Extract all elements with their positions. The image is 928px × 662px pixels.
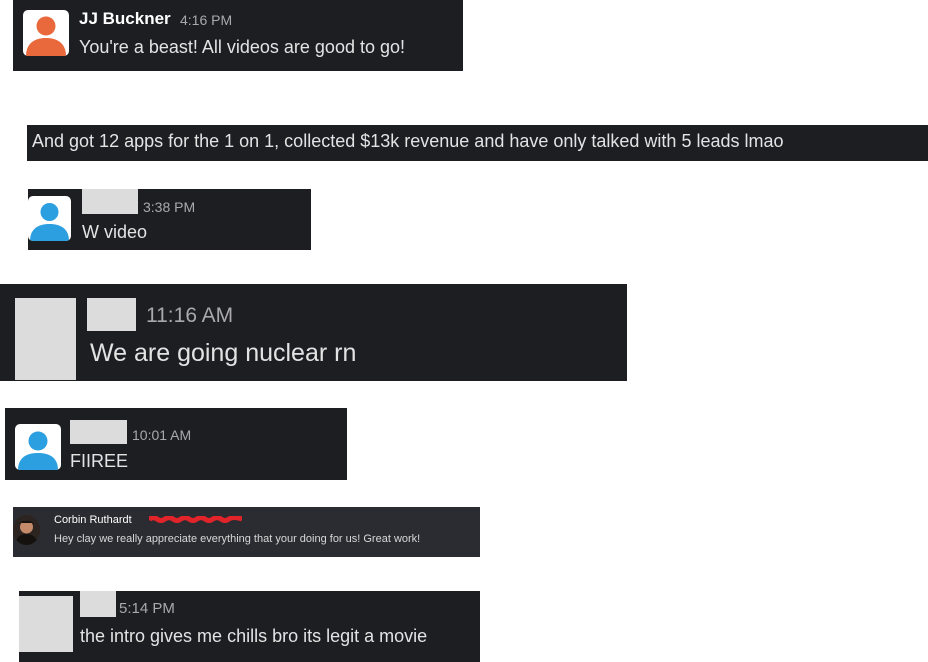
author-name[interactable]: JJ Buckner <box>79 9 171 29</box>
redacted-avatar <box>15 298 76 380</box>
timestamp: 10:01 AM <box>132 427 192 443</box>
timestamp: 5:14 PM <box>119 600 175 617</box>
message-card-jj-buckner: JJ Buckner 4:16 PM You're a beast! All v… <box>13 0 463 71</box>
timestamp: 3:38 PM <box>143 199 196 215</box>
message-card-corbin: Corbin Ruthardt Hey clay we really appre… <box>13 507 480 557</box>
message-text: We are going nuclear rn <box>90 339 357 367</box>
message-card-intro: 5:14 PM the intro gives me chills bro it… <box>19 591 480 662</box>
redaction-mark <box>149 516 242 523</box>
message-card-w-video: 3:38 PM W video <box>28 189 311 250</box>
message-text: And got 12 apps for the 1 on 1, collecte… <box>32 131 784 151</box>
timestamp: 4:16 PM <box>180 12 233 28</box>
timestamp: 11:16 AM <box>146 304 234 327</box>
user-avatar-orange-icon[interactable] <box>23 10 69 56</box>
message-text: FIIREE <box>70 451 129 471</box>
redacted-username <box>80 591 116 617</box>
message-text: W video <box>82 222 148 242</box>
user-avatar-blue-icon[interactable] <box>15 424 61 470</box>
message-card-fiiree: 10:01 AM FIIREE <box>5 408 347 480</box>
message-text: Hey clay we really appreciate everything… <box>54 533 421 545</box>
message-text: the intro gives me chills bro its legit … <box>80 626 428 646</box>
redacted-username <box>87 298 136 331</box>
redacted-username <box>70 420 127 444</box>
message-card-nuclear: 11:16 AM We are going nuclear rn <box>0 284 627 381</box>
redacted-username <box>82 189 138 214</box>
author-name[interactable]: Corbin Ruthardt <box>54 514 132 526</box>
user-avatar-blue-icon[interactable] <box>28 196 71 241</box>
message-card-revenue: And got 12 apps for the 1 on 1, collecte… <box>27 125 928 161</box>
profile-photo-icon[interactable] <box>13 515 40 545</box>
message-text: You're a beast! All videos are good to g… <box>79 37 406 57</box>
redacted-avatar <box>19 596 73 652</box>
